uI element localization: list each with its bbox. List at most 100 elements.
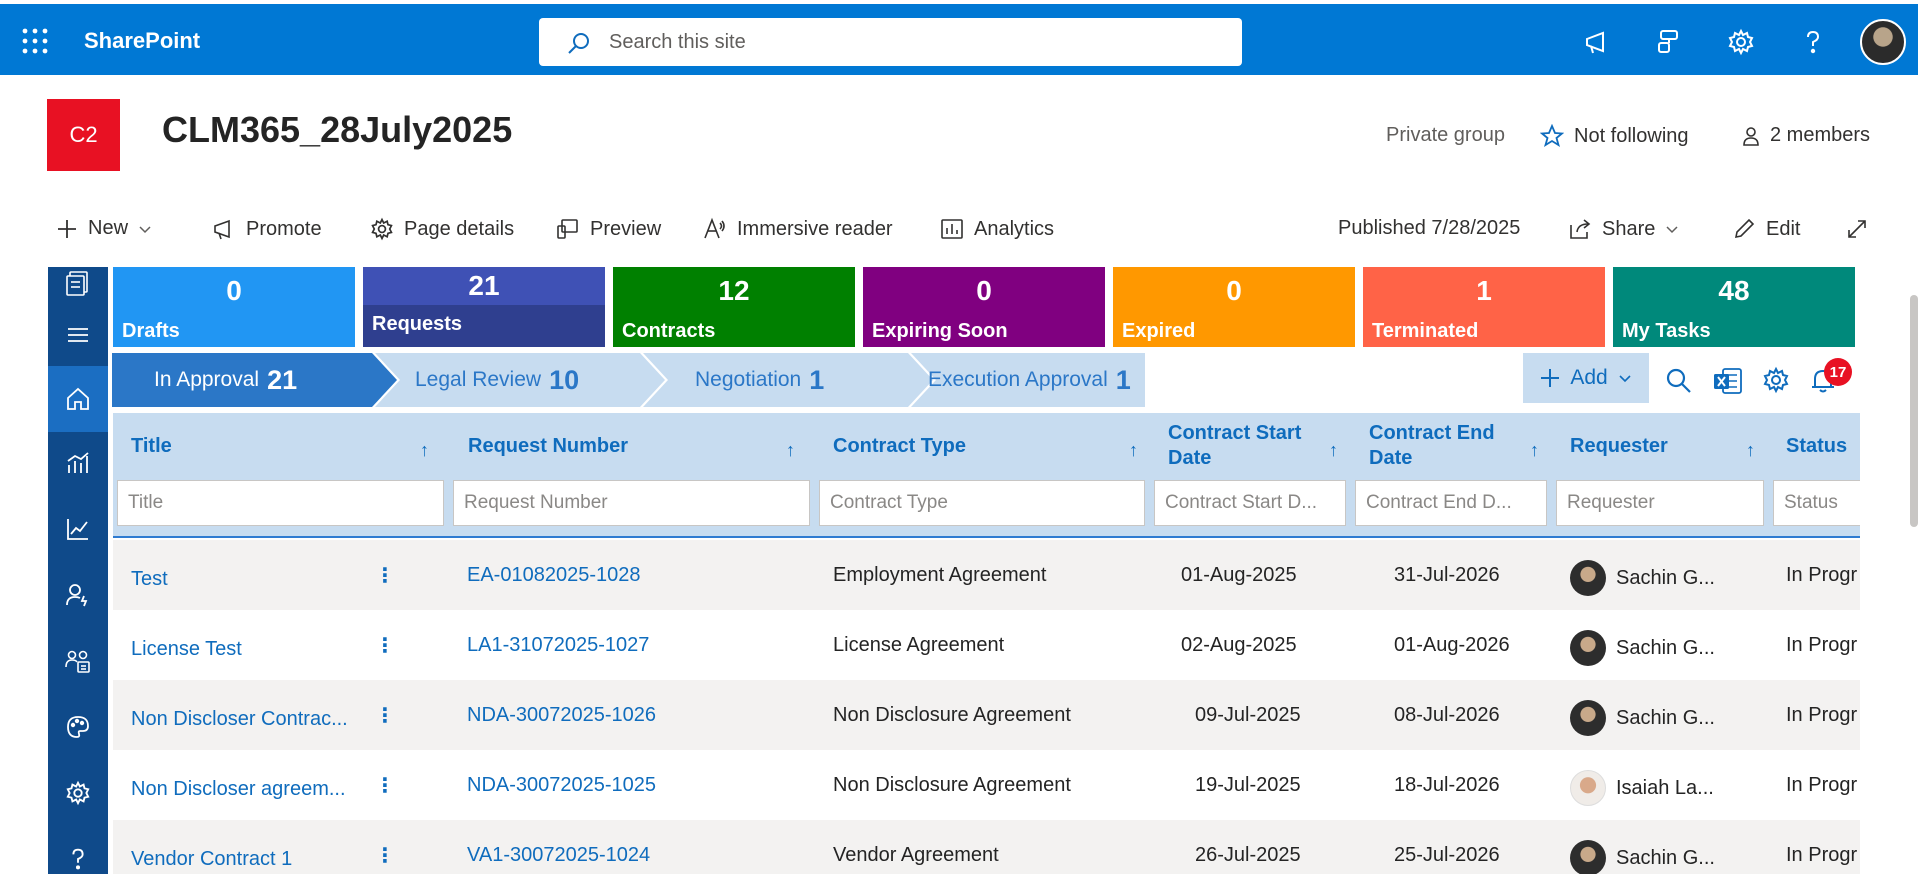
request-number-link[interactable]: NDA-30072025-1025 <box>467 750 656 820</box>
filter-requester[interactable] <box>1556 480 1764 526</box>
request-number-link[interactable]: LA1-31072025-1027 <box>467 610 649 680</box>
stage-execution-approval[interactable]: Execution Approval 1 <box>928 353 1131 407</box>
tile-requests[interactable]: 21 Requests <box>363 267 605 347</box>
more-options-icon[interactable]: ⋮ <box>375 540 395 610</box>
edit-button[interactable]: Edit <box>1732 217 1800 241</box>
hamburger-menu-icon[interactable] <box>48 305 108 365</box>
request-number-link[interactable]: VA1-30072025-1024 <box>467 820 650 874</box>
new-button[interactable]: New <box>56 217 152 240</box>
status: In Progr <box>1786 563 1858 586</box>
more-options-icon[interactable]: ⋮ <box>375 820 395 874</box>
tile-label: Contracts <box>622 320 716 342</box>
tile-label: Expiring Soon <box>872 320 1008 342</box>
stage-count: 10 <box>549 364 580 395</box>
search-input[interactable] <box>609 18 1209 66</box>
follow-button[interactable]: Not following <box>1540 124 1689 148</box>
site-title[interactable]: CLM365_28July2025 <box>162 109 512 151</box>
end-date: 31-Jul-2026 <box>1394 563 1500 586</box>
filter-status[interactable] <box>1773 480 1860 526</box>
page-scrollbar[interactable] <box>1910 295 1918 527</box>
members-button[interactable]: 2 members <box>1740 124 1870 147</box>
sort-arrow-icon[interactable]: ↑ <box>1329 440 1338 461</box>
expand-icon[interactable] <box>1845 217 1869 241</box>
documents-icon[interactable] <box>48 263 108 303</box>
row-title-link[interactable]: License Test <box>131 614 242 684</box>
feedback-icon[interactable] <box>1655 28 1683 56</box>
filter-start-date[interactable] <box>1154 480 1346 526</box>
help-icon[interactable] <box>48 829 108 889</box>
status: In Progr <box>1786 633 1858 656</box>
analytics-button[interactable]: Analytics <box>940 217 1054 241</box>
filter-end-date[interactable] <box>1355 480 1547 526</box>
tile-my-tasks[interactable]: 48 My Tasks <box>1613 267 1855 347</box>
search-box[interactable] <box>539 18 1242 66</box>
settings-icon[interactable] <box>48 763 108 823</box>
column-header-status[interactable]: Status <box>1786 413 1860 479</box>
help-icon[interactable] <box>1799 28 1827 56</box>
request-number-link[interactable]: NDA-30072025-1026 <box>467 680 656 750</box>
filter-title[interactable] <box>117 480 444 526</box>
sort-arrow-icon[interactable]: ↑ <box>1746 440 1755 461</box>
immersive-reader-button[interactable]: Immersive reader <box>703 217 893 241</box>
person-icon <box>1740 125 1762 147</box>
share-button[interactable]: Share <box>1568 217 1679 241</box>
table-row[interactable]: Test ⋮ EA-01082025-1028 Employment Agree… <box>113 540 1860 610</box>
search-icon[interactable] <box>1664 366 1692 394</box>
row-title-link[interactable]: Non Discloser agreem... <box>131 754 346 824</box>
sharepoint-brand[interactable]: SharePoint <box>84 28 200 54</box>
sort-arrow-icon[interactable]: ↑ <box>1129 440 1138 461</box>
excel-export-icon[interactable] <box>1713 366 1742 394</box>
stage-legal-review[interactable]: Legal Review 10 <box>415 353 579 407</box>
requester: Isaiah La... <box>1570 753 1714 823</box>
row-title-link[interactable]: Test <box>131 544 168 614</box>
waffle-icon[interactable] <box>22 28 48 54</box>
contract-type: License Agreement <box>833 633 1005 656</box>
user-avatar[interactable] <box>1860 19 1906 65</box>
stage-in-approval[interactable]: In Approval 21 <box>154 353 297 407</box>
trend-chart-icon[interactable] <box>48 499 108 559</box>
user-settings-icon[interactable] <box>48 565 108 625</box>
team-icon[interactable] <box>48 631 108 691</box>
column-header-end-date[interactable]: Contract End Date <box>1369 413 1519 479</box>
more-options-icon[interactable]: ⋮ <box>375 610 395 680</box>
home-icon[interactable] <box>48 366 108 432</box>
table-row[interactable]: Vendor Contract 1 ⋮ VA1-30072025-1024 Ve… <box>113 820 1860 874</box>
promote-button[interactable]: Promote <box>212 217 322 241</box>
gear-icon[interactable] <box>1727 28 1755 56</box>
tile-expired[interactable]: 0 Expired <box>1113 267 1355 347</box>
table-row[interactable]: Non Discloser agreem... ⋮ NDA-30072025-1… <box>113 750 1860 820</box>
tile-label: Terminated <box>1372 320 1479 342</box>
sort-arrow-icon[interactable]: ↑ <box>1530 440 1539 461</box>
sort-arrow-icon[interactable]: ↑ <box>420 440 429 461</box>
immersive-reader-label: Immersive reader <box>737 217 893 240</box>
more-options-icon[interactable]: ⋮ <box>375 680 395 750</box>
end-date: 08-Jul-2026 <box>1394 703 1500 726</box>
megaphone-icon[interactable] <box>1583 28 1611 56</box>
column-header-request-number[interactable]: Request Number <box>468 413 768 479</box>
row-title-link[interactable]: Non Discloser Contrac... <box>131 684 348 754</box>
column-header-contract-type[interactable]: Contract Type <box>833 413 1093 479</box>
sort-arrow-icon[interactable]: ↑ <box>786 440 795 461</box>
tile-expiring-soon[interactable]: 0 Expiring Soon <box>863 267 1105 347</box>
column-header-start-date[interactable]: Contract Start Date <box>1168 413 1318 479</box>
column-header-requester[interactable]: Requester <box>1570 413 1720 479</box>
bar-chart-icon[interactable] <box>48 433 108 493</box>
palette-icon[interactable] <box>48 697 108 757</box>
request-number-link[interactable]: EA-01082025-1028 <box>467 540 640 610</box>
tile-drafts[interactable]: 0 Drafts <box>113 267 355 347</box>
filter-contract-type[interactable] <box>819 480 1145 526</box>
column-header-title[interactable]: Title <box>131 413 381 479</box>
table-row[interactable]: Non Discloser Contrac... ⋮ NDA-30072025-… <box>113 680 1860 750</box>
more-options-icon[interactable]: ⋮ <box>375 750 395 820</box>
tile-terminated[interactable]: 1 Terminated <box>1363 267 1605 347</box>
avatar <box>1570 770 1606 806</box>
settings-icon[interactable] <box>1762 366 1790 394</box>
table-row[interactable]: License Test ⋮ LA1-31072025-1027 License… <box>113 610 1860 680</box>
filter-request-number[interactable] <box>453 480 810 526</box>
tile-contracts[interactable]: 12 Contracts <box>613 267 855 347</box>
preview-button[interactable]: Preview <box>556 217 661 241</box>
page-details-button[interactable]: Page details <box>370 217 514 241</box>
stage-negotiation[interactable]: Negotiation 1 <box>695 353 824 407</box>
add-button[interactable]: Add <box>1523 353 1649 403</box>
row-title-link[interactable]: Vendor Contract 1 <box>131 824 292 874</box>
